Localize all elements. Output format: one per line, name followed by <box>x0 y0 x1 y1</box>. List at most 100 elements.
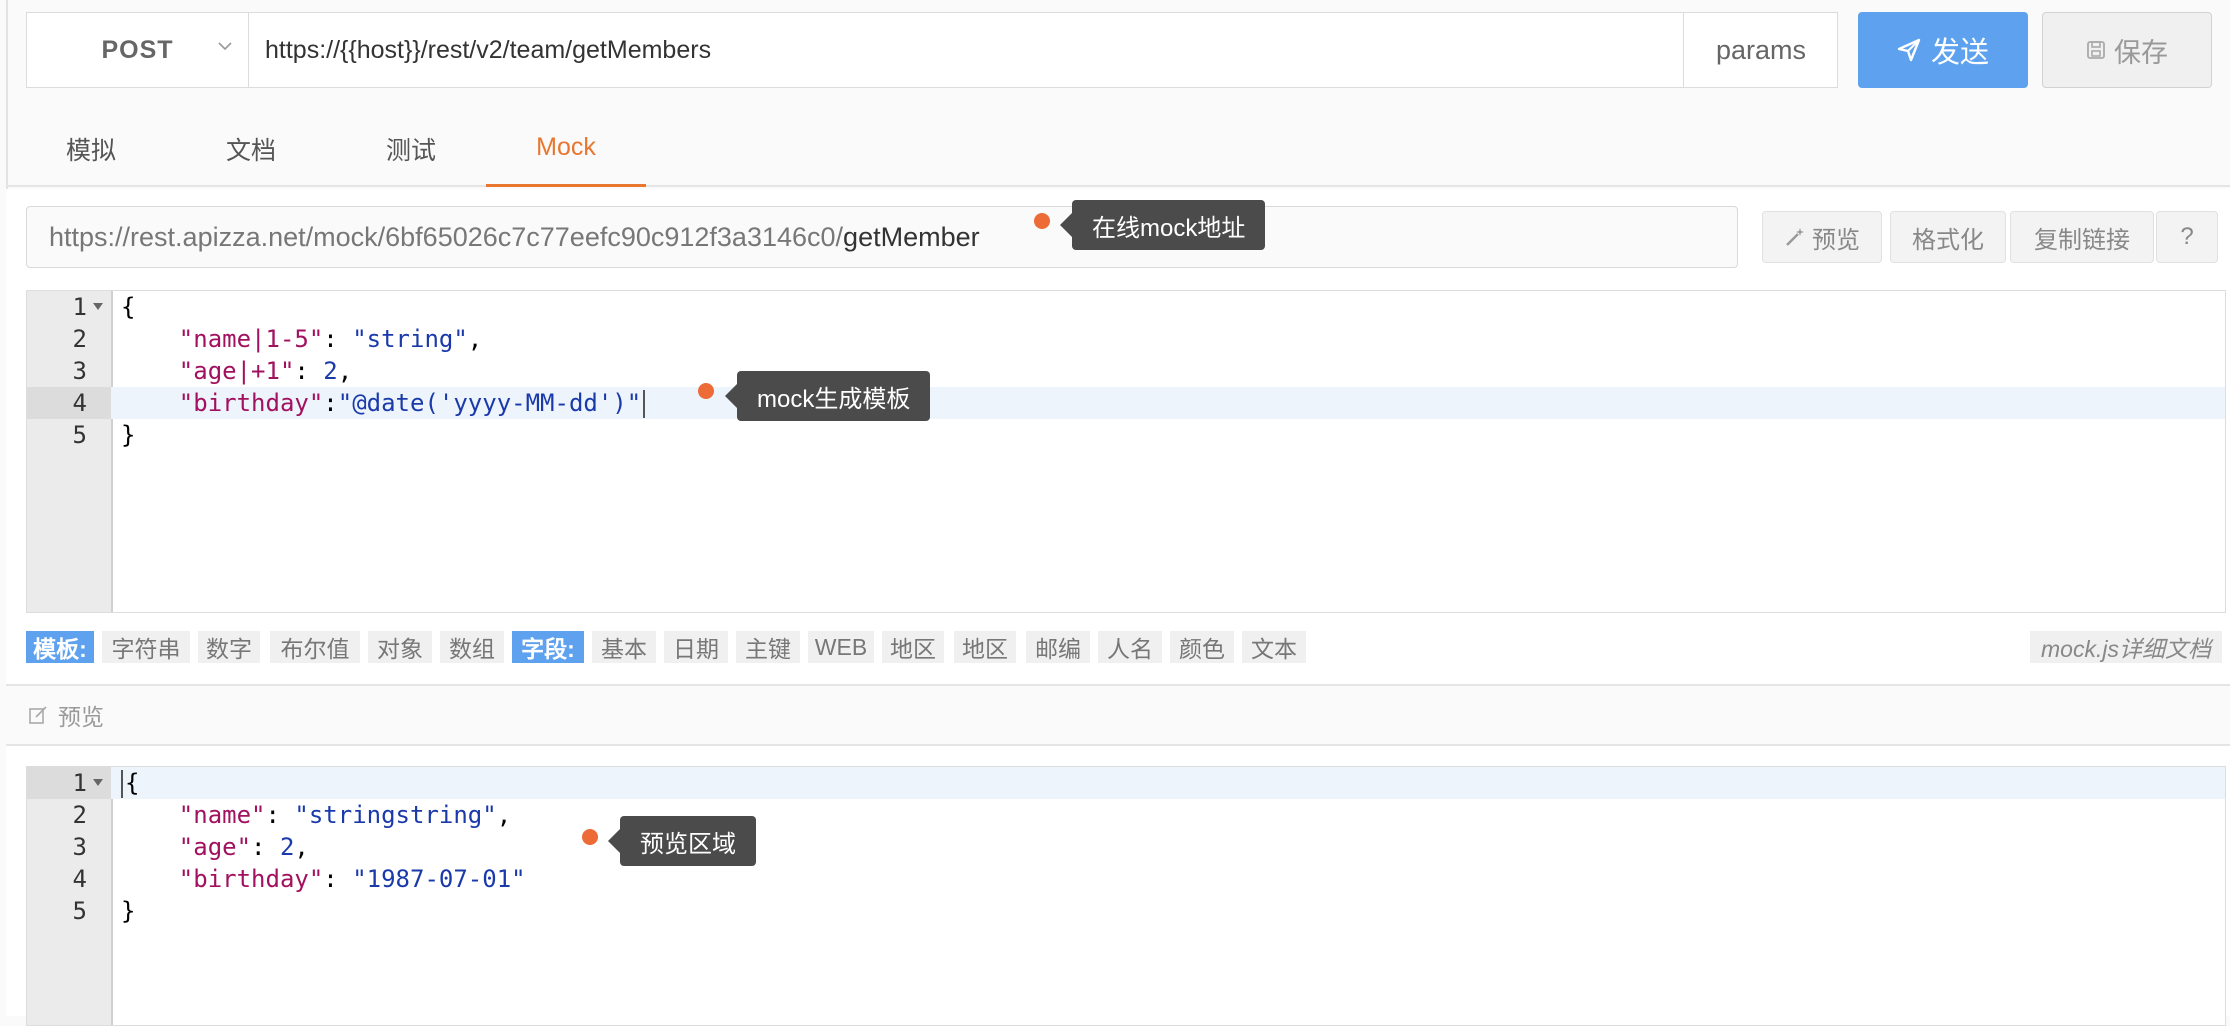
chevron-down-icon <box>218 42 232 51</box>
json-key: "name" <box>178 801 266 829</box>
params-button[interactable]: params <box>1683 13 1838 87</box>
line-number: 4 <box>72 389 87 417</box>
send-icon <box>1897 38 1921 62</box>
annotation-dot <box>698 383 714 399</box>
snippet-region-2[interactable]: 地区 <box>954 631 1016 663</box>
code-text: "birthday":"@date('yyyy-MM-dd')" <box>121 387 646 419</box>
format-button[interactable]: 格式化 <box>1890 211 2006 263</box>
line-number: 4 <box>72 865 87 893</box>
tab-mock[interactable]: Mock <box>486 110 646 187</box>
json-comma: , <box>337 357 353 385</box>
json-value: 2 <box>279 833 295 861</box>
save-button[interactable]: 保存 <box>2042 12 2212 88</box>
line-number: 3 <box>72 833 87 861</box>
line-number: 2 <box>72 801 87 829</box>
snippet-boolean[interactable]: 布尔值 <box>270 631 360 663</box>
code-text: "birthday": "1987-07-01" <box>121 863 526 895</box>
snippet-string[interactable]: 字符串 <box>102 631 190 663</box>
code-line: 3 "age": 2, <box>27 831 2225 863</box>
preview-button-label: 预览 <box>1812 226 1860 254</box>
snippet-person-name[interactable]: 人名 <box>1098 631 1162 663</box>
code-line-active: 1 { <box>27 767 2225 799</box>
tab-docs[interactable]: 文档 <box>186 110 316 187</box>
snippet-array[interactable]: 数组 <box>440 631 504 663</box>
json-value: "stringstring" <box>294 801 497 829</box>
edit-icon <box>29 706 47 724</box>
json-sep: : <box>265 801 295 829</box>
fold-arrow-icon[interactable] <box>93 303 103 310</box>
code-line-active: 4 "birthday":"@date('yyyy-MM-dd')" <box>27 387 2225 419</box>
snippet-web[interactable]: WEB <box>808 631 874 663</box>
tooltip-preview-area: 预览区域 <box>608 816 756 866</box>
json-key: "age|+1" <box>178 357 295 385</box>
line-number: 1 <box>72 293 87 321</box>
code-line: 5 } <box>27 895 2225 927</box>
magic-wand-icon <box>1786 228 1804 246</box>
json-comma: , <box>467 325 483 353</box>
json-value: 2 <box>323 357 338 385</box>
json-comma: , <box>294 833 309 861</box>
code-line: 5 } <box>27 419 2225 451</box>
text-cursor <box>643 390 646 418</box>
json-key: "birthday" <box>178 865 324 893</box>
mock-url-prefix: https://rest.apizza.net/mock/6bf65026c7c… <box>49 221 844 252</box>
json-sep: : <box>323 389 338 417</box>
code-text: { <box>121 293 136 321</box>
code-line: 4 "birthday": "1987-07-01" <box>27 863 2225 895</box>
url-input[interactable]: https://{{host}}/rest/v2/team/getMembers <box>249 13 1683 87</box>
tab-bar: 模拟 文档 测试 Mock <box>6 110 2230 187</box>
json-brace: { <box>125 769 140 797</box>
tab-simulate[interactable]: 模拟 <box>26 110 156 187</box>
tooltip-mock-template: mock生成模板 <box>724 371 931 421</box>
json-sep: : <box>323 865 353 893</box>
snippet-object[interactable]: 对象 <box>368 631 432 663</box>
method-label: POST <box>101 35 174 64</box>
line-number: 2 <box>72 325 87 353</box>
tab-test[interactable]: 测试 <box>346 110 476 187</box>
snippet-basic[interactable]: 基本 <box>592 631 656 663</box>
code-text: } <box>121 897 136 925</box>
code-text: { <box>121 767 139 799</box>
copy-link-button[interactable]: 复制链接 <box>2010 211 2154 263</box>
send-button[interactable]: 发送 <box>1858 12 2028 88</box>
code-line: 1 { <box>27 291 2225 323</box>
annotation-dot <box>582 829 598 845</box>
method-select[interactable]: POST <box>27 13 249 87</box>
save-icon <box>2087 41 2105 59</box>
line-number: 5 <box>72 897 87 925</box>
field-category-label: 字段: <box>512 631 584 663</box>
json-sep: : <box>251 833 280 861</box>
snippet-date[interactable]: 日期 <box>664 631 728 663</box>
snippet-region[interactable]: 地区 <box>882 631 944 663</box>
snippet-color[interactable]: 颜色 <box>1170 631 1234 663</box>
template-category-label: 模板: <box>26 631 94 663</box>
tooltip-online-mock: 在线mock地址 <box>1059 200 1266 250</box>
line-number: 5 <box>72 421 87 449</box>
snippet-primary-key[interactable]: 主键 <box>736 631 800 663</box>
code-line: 2 "name|1-5": "string", <box>27 323 2225 355</box>
json-sep: : <box>294 357 324 385</box>
mock-url-tail: getMember <box>843 221 980 252</box>
send-label: 发送 <box>1930 37 1989 69</box>
preview-editor[interactable]: 1 { 2 "name": "stringstring", 3 "age": 2… <box>26 766 2226 1026</box>
code-text: "age": 2, <box>121 831 309 863</box>
snippet-number[interactable]: 数字 <box>198 631 260 663</box>
help-button[interactable]: ? <box>2156 211 2218 263</box>
annotation-dot <box>1034 213 1050 229</box>
line-number: 3 <box>72 357 87 385</box>
json-key: "age" <box>178 833 252 861</box>
preview-header: 预览 <box>6 684 2230 746</box>
line-number: 1 <box>72 769 87 797</box>
text-cursor <box>121 770 123 798</box>
template-editor[interactable]: 1 { 2 "name|1-5": "string", 3 "age|+1": … <box>26 290 2226 613</box>
snippet-zipcode[interactable]: 邮编 <box>1026 631 1090 663</box>
fold-arrow-icon[interactable] <box>93 779 103 786</box>
code-text: "age|+1": 2, <box>121 355 352 387</box>
mockjs-doc-link[interactable]: mock.js详细文档 <box>2030 631 2222 663</box>
code-text: } <box>121 421 136 449</box>
preview-button[interactable]: 预览 <box>1762 211 1882 263</box>
snippet-text[interactable]: 文本 <box>1242 631 1306 663</box>
mock-url-field[interactable]: https://rest.apizza.net/mock/6bf65026c7c… <box>26 206 1738 268</box>
code-line: 2 "name": "stringstring", <box>27 799 2225 831</box>
code-text: "name|1-5": "string", <box>121 323 482 355</box>
